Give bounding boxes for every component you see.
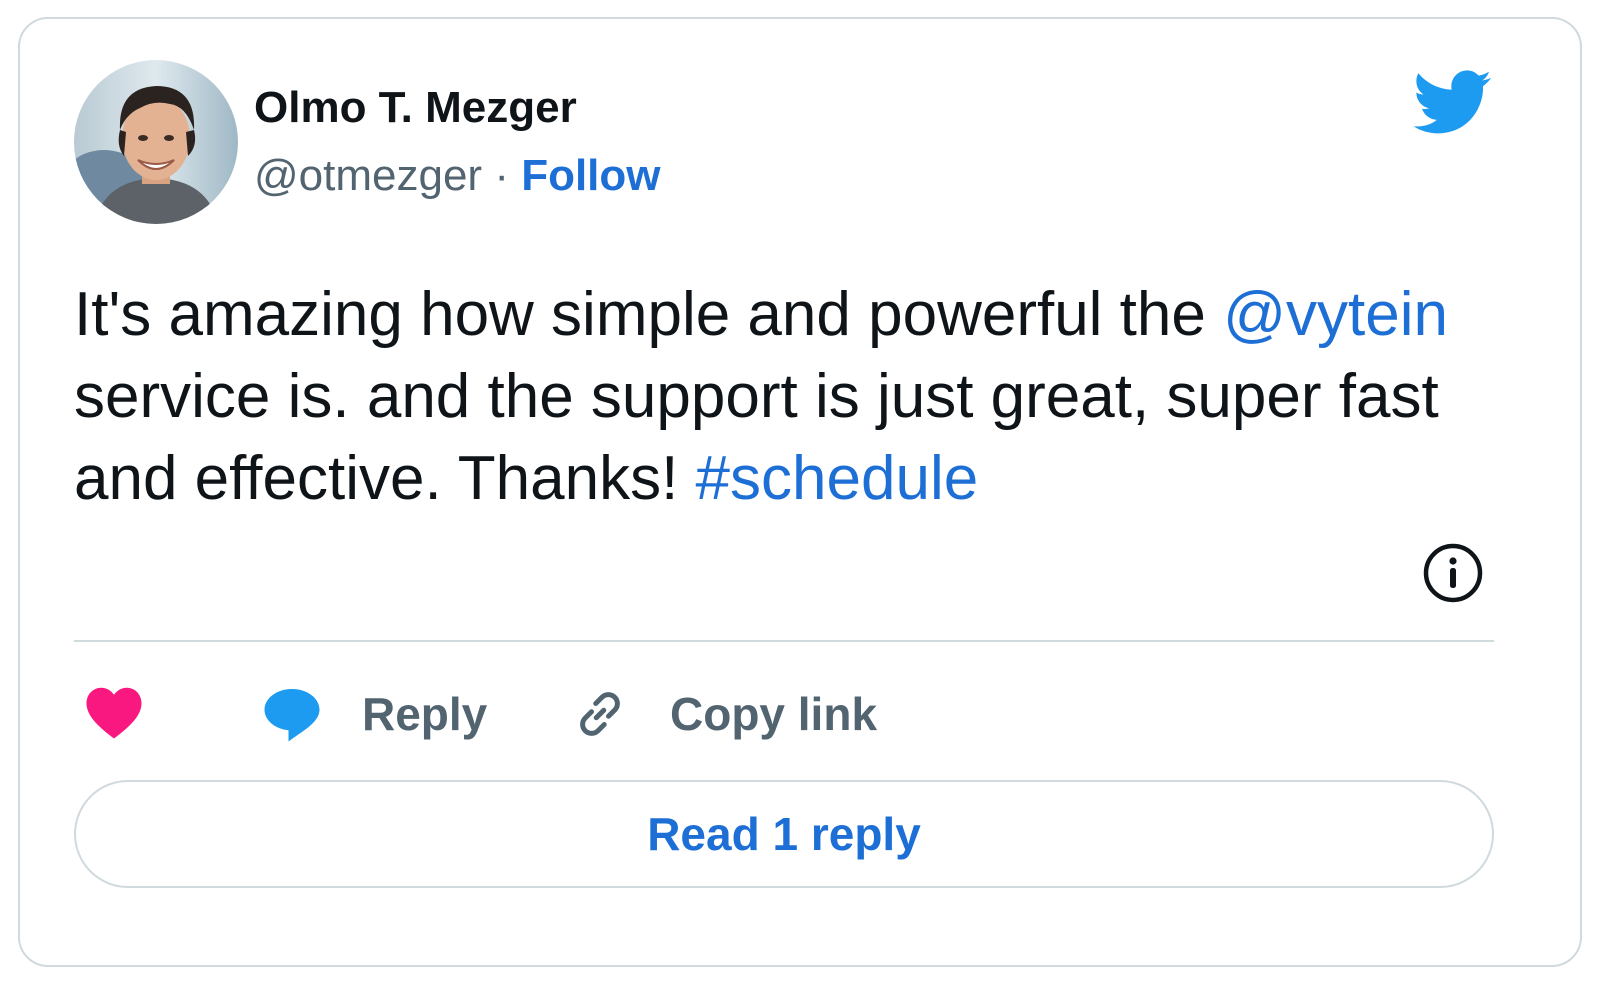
reply-button[interactable]: Reply [262,682,487,746]
tweet-text-part1: It's amazing how simple and powerful the [74,280,1224,349]
tweet-text: It's amazing how simple and powerful the… [74,274,1544,520]
follow-button[interactable]: Follow [521,151,660,200]
reply-label: Reply [362,688,488,740]
heart-icon[interactable] [84,684,144,740]
copy-link-label: Copy link [670,688,878,740]
info-icon[interactable] [1422,542,1484,604]
author-name[interactable]: Olmo T. Mezger [254,80,577,136]
read-replies-button[interactable]: Read 1 reply [74,780,1494,888]
copy-link-button[interactable]: Copy link [570,682,877,746]
author-handle-row: @otmezger · Follow [254,148,661,204]
speech-bubble-icon [264,689,320,742]
twitter-bird-icon[interactable] [1412,70,1494,136]
author-handle[interactable]: @otmezger [254,151,482,200]
avatar[interactable] [74,60,238,224]
divider [74,640,1494,642]
handle-separator: · [494,151,509,200]
read-replies-label: Read 1 reply [647,808,921,860]
link-icon [580,692,620,736]
hashtag-link[interactable]: #schedule [696,444,979,513]
mention-link[interactable]: @vytein [1223,280,1448,349]
